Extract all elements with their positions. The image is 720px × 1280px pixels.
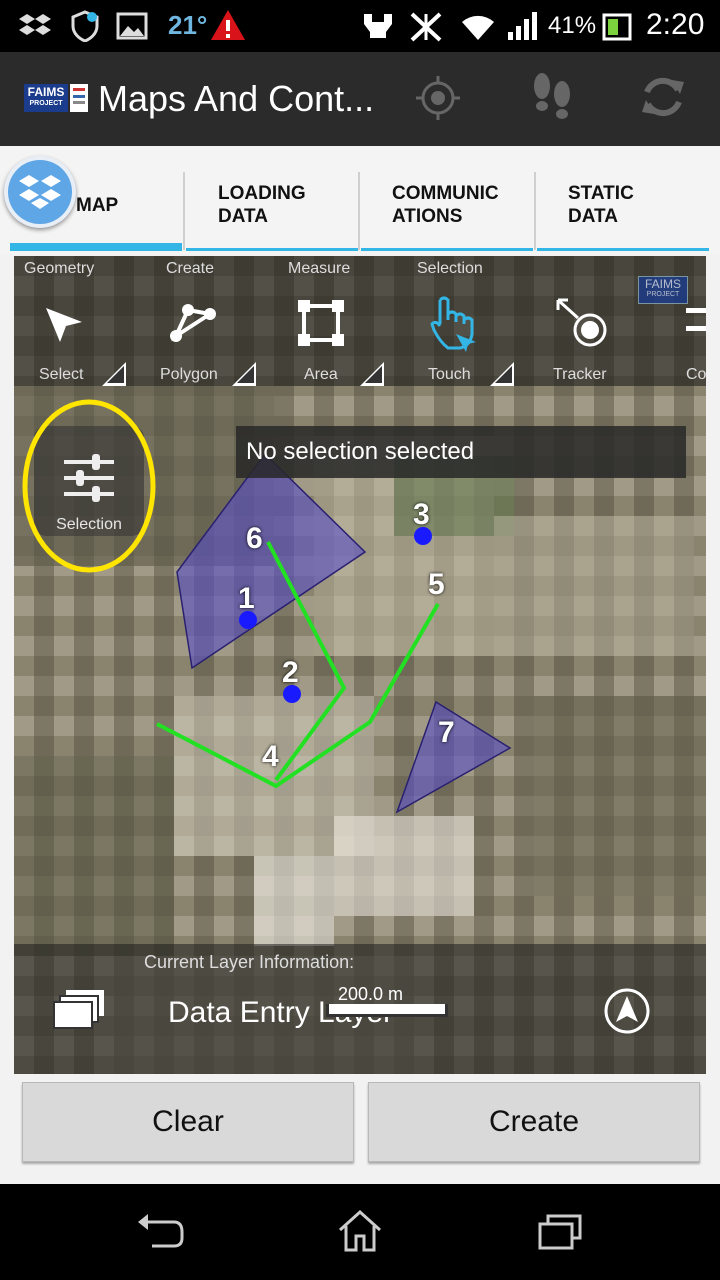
tool-label: Polygon <box>160 366 218 383</box>
faims-badge-sub: PROJECT <box>646 291 680 298</box>
feature-label: 6 <box>246 522 263 555</box>
feature-label: 3 <box>413 498 430 531</box>
layer-info-caption: Current Layer Information: <box>144 952 355 972</box>
back-icon[interactable] <box>134 1212 186 1252</box>
toolbar-category: Selection <box>417 260 483 277</box>
tool-menu-corner <box>490 362 514 386</box>
tool-label: Select <box>39 366 84 383</box>
clear-button[interactable]: Clear <box>22 1082 354 1162</box>
polygon-feature-6[interactable] <box>176 452 367 670</box>
compass-north-icon[interactable] <box>602 986 652 1036</box>
toolbar-category: Geometry <box>24 260 95 277</box>
tool-label: Touch <box>428 366 471 383</box>
map-scale-text: 200.0 m <box>338 984 404 1004</box>
tool-area-button[interactable]: Area <box>282 290 394 386</box>
tool-menu-corner <box>102 362 126 386</box>
tool-tracker-button[interactable]: Tracker <box>542 290 654 386</box>
config-icon <box>686 308 706 331</box>
tool-label: Tracker <box>553 366 607 383</box>
tool-label: Co <box>686 366 706 383</box>
tool-select-button[interactable]: Select <box>24 290 136 386</box>
tool-config-button[interactable]: Co <box>682 290 706 386</box>
tracker-icon <box>556 298 607 347</box>
layers-icon[interactable] <box>52 988 108 1032</box>
feature-label: 7 <box>438 716 455 749</box>
selection-highlight-ring <box>22 399 156 573</box>
toolbar-category: Create <box>166 260 215 277</box>
touch-hand-icon <box>430 296 476 352</box>
tool-label: Area <box>304 366 338 383</box>
feature-label: 1 <box>238 582 255 615</box>
area-icon <box>298 300 344 346</box>
tool-touch-button[interactable]: Touch <box>414 290 526 386</box>
toolbar-category: Measure <box>288 260 351 277</box>
map-scale-bar <box>326 1004 448 1017</box>
faims-badge: FAIMS PROJECT <box>638 276 688 304</box>
create-button[interactable]: Create <box>368 1082 700 1162</box>
recent-apps-icon[interactable] <box>536 1214 584 1254</box>
feature-label: 4 <box>262 740 279 773</box>
feature-label: 5 <box>428 568 445 601</box>
polygon-icon <box>170 304 216 342</box>
tool-menu-corner <box>232 362 256 386</box>
tool-polygon-button[interactable]: Polygon <box>156 290 268 386</box>
system-navigation-bar <box>0 1184 720 1280</box>
home-icon[interactable] <box>336 1208 384 1254</box>
selection-status-banner: No selection selected <box>236 426 686 478</box>
tool-menu-corner <box>360 362 384 386</box>
arrow-cursor-icon <box>46 308 82 342</box>
feature-label: 2 <box>282 656 299 689</box>
